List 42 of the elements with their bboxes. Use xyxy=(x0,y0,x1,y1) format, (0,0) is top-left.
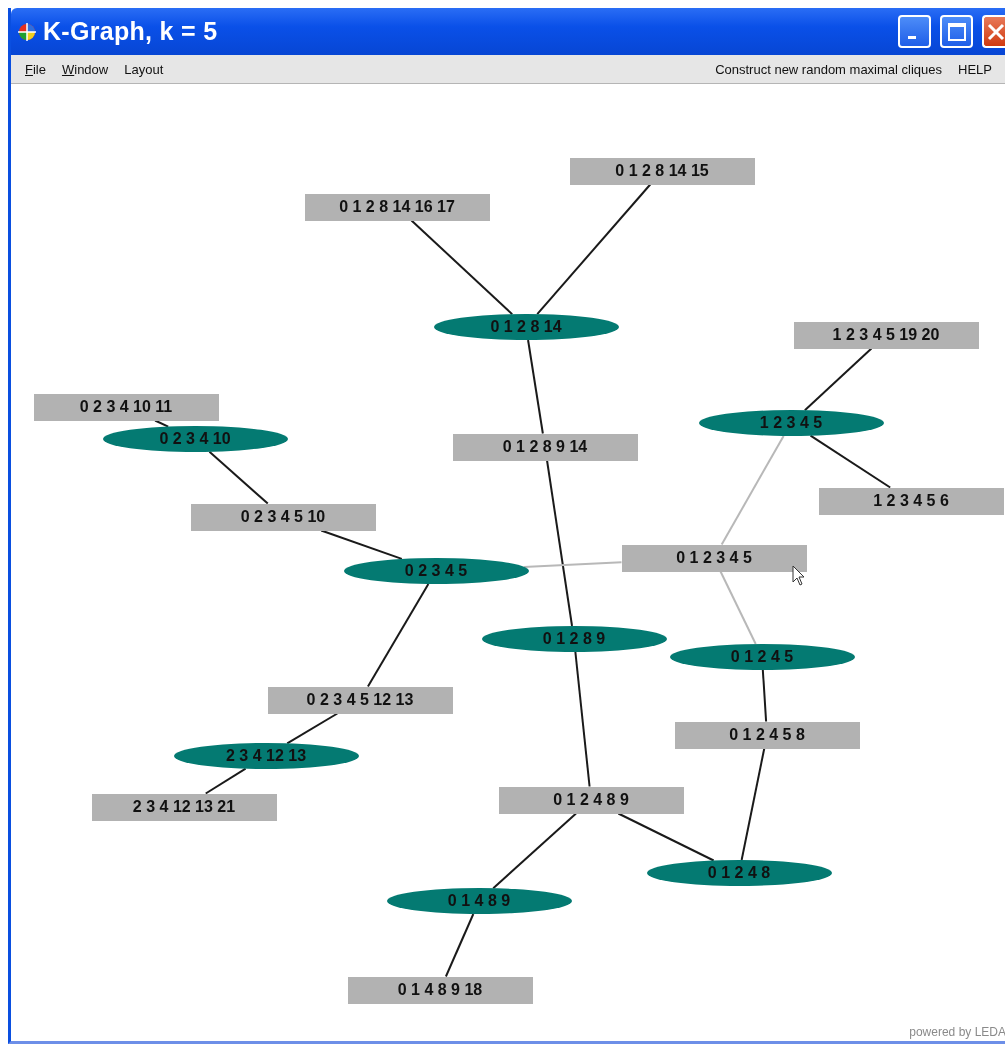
app-icon xyxy=(17,21,37,42)
edge-line xyxy=(761,669,768,723)
close-icon xyxy=(986,21,1005,42)
separator-node[interactable]: 0 1 2 8 9 14 xyxy=(452,433,638,461)
menu-item[interactable]: Construct new random maximal cliques xyxy=(715,61,943,77)
minimize-button[interactable] xyxy=(898,15,931,48)
separator-node[interactable]: 2 3 4 12 13 21 xyxy=(91,793,277,821)
clique-node[interactable]: 0 1 2 8 14 xyxy=(433,313,619,340)
clique-node[interactable]: 0 1 2 4 8 xyxy=(646,859,832,886)
separator-node[interactable]: 0 2 3 4 10 11 xyxy=(33,393,219,421)
menu-item[interactable]: File xyxy=(25,61,46,77)
window-title: K-Graph, k = 5 xyxy=(43,17,219,46)
separator-node[interactable]: 0 2 3 4 5 12 13 xyxy=(267,686,453,714)
clique-node[interactable]: 0 1 4 8 9 xyxy=(386,887,572,914)
separator-node[interactable]: 0 1 2 3 4 5 xyxy=(621,544,807,572)
edge-line xyxy=(803,347,873,412)
clique-node[interactable]: 1 2 3 4 5 xyxy=(698,409,884,436)
clique-node[interactable]: 2 3 4 12 13 xyxy=(173,742,359,769)
separator-node[interactable]: 0 2 3 4 5 10 xyxy=(190,503,376,531)
menu-item[interactable]: Layout xyxy=(124,61,164,77)
clique-node[interactable]: 0 2 3 4 5 xyxy=(343,557,529,584)
clique-node[interactable]: 0 1 2 4 5 xyxy=(669,643,855,670)
separator-node[interactable]: 0 1 2 8 14 16 17 xyxy=(304,193,490,221)
edge-line xyxy=(208,450,269,505)
edge-line xyxy=(286,712,339,745)
footer-text: powered by LEDA xyxy=(909,1025,1005,1039)
separator-node[interactable]: 1 2 3 4 5 19 20 xyxy=(793,321,979,349)
separator-node[interactable]: 1 2 3 4 5 6 xyxy=(818,487,1004,515)
maximize-icon xyxy=(946,21,967,42)
clique-node[interactable]: 0 1 2 8 9 xyxy=(481,625,667,652)
edge-line xyxy=(444,913,475,978)
edge-line xyxy=(204,767,247,795)
separator-node[interactable]: 0 1 2 8 14 15 xyxy=(569,157,755,185)
separator-node[interactable]: 0 1 4 8 9 18 xyxy=(347,976,533,1004)
menu-item[interactable]: HELP xyxy=(958,61,992,77)
menu-item[interactable]: Window xyxy=(61,61,109,77)
close-button[interactable] xyxy=(982,15,1005,48)
maximize-button[interactable] xyxy=(940,15,973,48)
clique-node[interactable]: 0 2 3 4 10 xyxy=(102,425,288,452)
separator-node[interactable]: 0 1 2 4 5 8 xyxy=(674,721,860,749)
separator-node[interactable]: 0 1 2 4 8 9 xyxy=(498,786,684,814)
minimize-icon xyxy=(907,36,916,39)
